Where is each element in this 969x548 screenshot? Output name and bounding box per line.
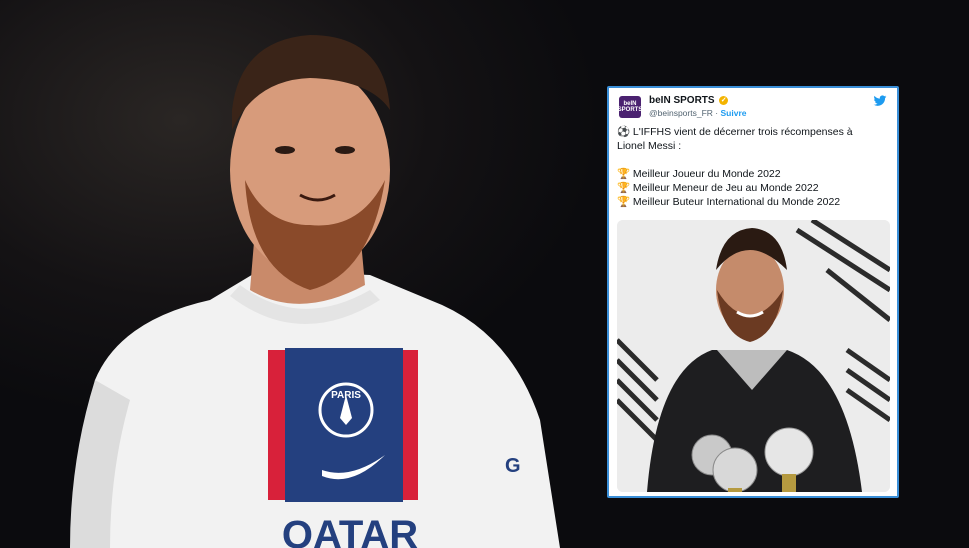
trophy-icon: 🏆 xyxy=(617,182,631,194)
handle-line: @beinsports_FR · Suivre xyxy=(649,108,747,118)
tweet-line-1-text: L'IFFHS vient de décerner trois récompen… xyxy=(632,126,853,138)
twitter-bird-icon[interactable] xyxy=(873,94,887,108)
sleeve-text: G xyxy=(505,455,521,477)
soccer-ball-icon: ⚽ xyxy=(617,126,631,138)
trophy-icon: 🏆 xyxy=(617,196,631,208)
club-badge-text: PARIS xyxy=(331,390,361,401)
award-line-2: 🏆 Meilleur Meneur de Jeu au Monde 2022 xyxy=(617,181,893,195)
award-line-3-text: Meilleur Buteur International du Monde 2… xyxy=(632,196,841,208)
verified-badge-icon: ✓ xyxy=(719,95,729,105)
award-line-3: 🏆 Meilleur Buteur International du Monde… xyxy=(617,195,893,209)
tweet-photo[interactable] xyxy=(617,220,890,492)
tweet-text: ⚽ L'IFFHS vient de décerner trois récomp… xyxy=(617,125,893,209)
embedded-tweet-card[interactable]: beIN SPORTS beIN SPORTS ✓ @beinsports_FR… xyxy=(607,86,899,498)
sponsor-text: QATAR xyxy=(282,513,418,548)
tweet-line-2: Lionel Messi : xyxy=(617,140,682,152)
separator-dot: · xyxy=(715,108,719,118)
award-line-1-text: Meilleur Joueur du Monde 2022 xyxy=(632,168,781,180)
award-line-2-text: Meilleur Meneur de Jeu au Monde 2022 xyxy=(632,182,819,194)
photo-messi-with-trophies xyxy=(617,220,890,492)
trophy-icon: 🏆 xyxy=(617,168,631,180)
follow-link[interactable]: Suivre xyxy=(721,108,747,118)
award-line-1: 🏆 Meilleur Joueur du Monde 2022 xyxy=(617,167,893,181)
tweet-header: beIN SPORTS beIN SPORTS ✓ @beinsports_FR… xyxy=(617,94,889,120)
tweet-author-name[interactable]: beIN SPORTS ✓ xyxy=(649,95,729,106)
avatar[interactable]: beIN SPORTS xyxy=(618,96,642,118)
author-name-text[interactable]: beIN SPORTS xyxy=(649,95,715,106)
author-handle[interactable]: @beinsports_FR xyxy=(649,108,713,118)
tweet-line-1: ⚽ L'IFFHS vient de décerner trois récomp… xyxy=(617,125,893,139)
